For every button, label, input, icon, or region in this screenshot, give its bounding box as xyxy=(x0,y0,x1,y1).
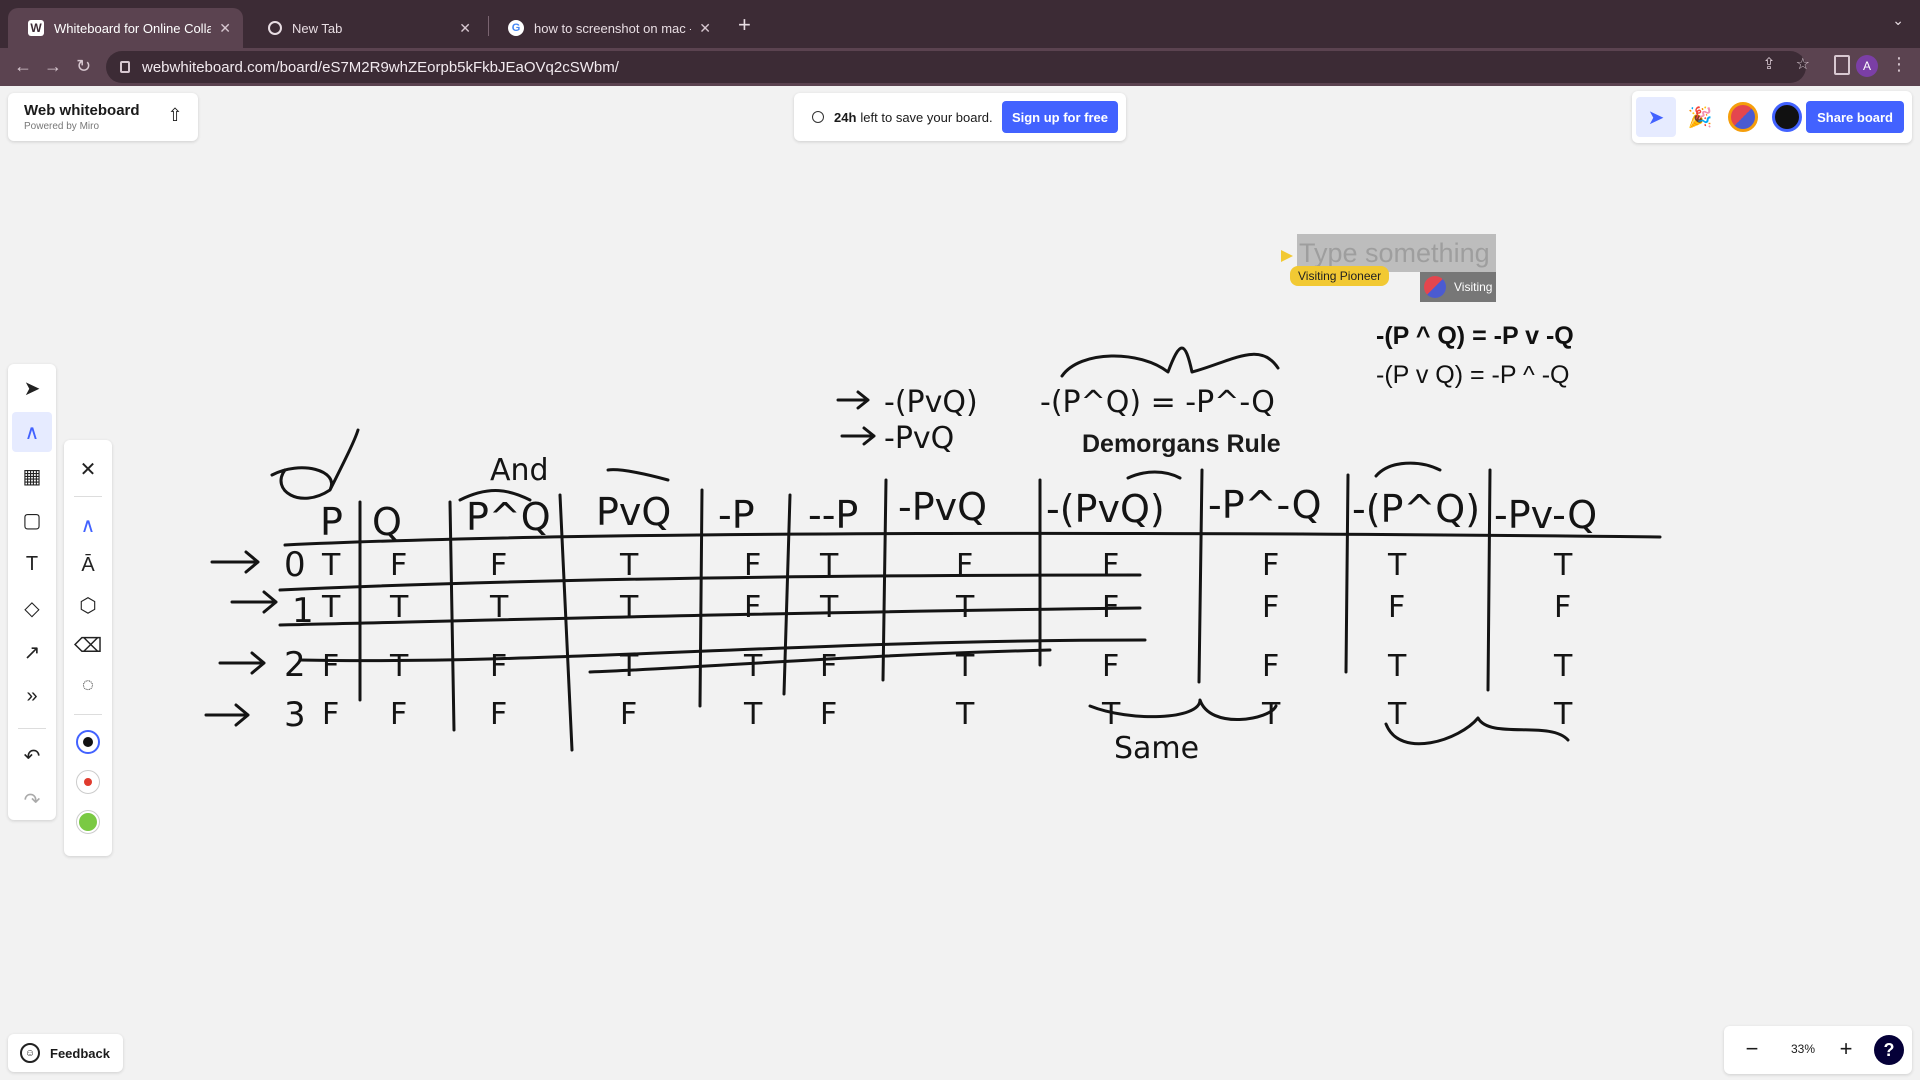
more-tools-chevron-icon[interactable]: » xyxy=(12,676,52,716)
share-board-button[interactable]: Share board xyxy=(1806,101,1904,133)
tab-title: New Tab xyxy=(292,20,343,36)
sign-up-button[interactable]: Sign up for free xyxy=(1001,101,1118,133)
toolbar-divider xyxy=(18,728,46,729)
visitor-label: Visiting xyxy=(1454,280,1493,294)
remote-cursor-label: Visiting Pioneer xyxy=(1290,266,1390,286)
demorgan-and-equation[interactable]: -(P ^ Q) = -P v -Q xyxy=(1376,322,1574,351)
clock-icon xyxy=(812,111,824,123)
lock-icon xyxy=(120,61,130,73)
toolbar-divider xyxy=(74,714,102,715)
profile-avatar[interactable]: A xyxy=(1856,55,1878,77)
color-swatch-red[interactable] xyxy=(76,770,100,794)
save-notice: 24h left to save your board. Sign up for… xyxy=(794,93,1126,141)
toolbar-divider xyxy=(74,496,102,497)
redo-icon[interactable]: ↷ xyxy=(12,780,52,820)
feedback-button[interactable]: ☺ Feedback xyxy=(8,1034,123,1072)
close-tab-icon[interactable]: ✕ xyxy=(699,20,711,37)
lasso-icon[interactable]: ◌ xyxy=(68,666,108,704)
back-arrow-icon[interactable]: ← xyxy=(14,56,32,77)
forward-arrow-icon[interactable]: → xyxy=(44,56,62,77)
brand-name: Web whiteboard xyxy=(24,102,140,119)
brand-subtitle: Powered by Miro xyxy=(24,121,100,132)
reload-icon[interactable]: ↻ xyxy=(76,56,91,77)
reactions-party-icon[interactable]: 🎉 xyxy=(1680,97,1720,137)
browser-tab-bar: W Whiteboard for Online Collabo ✕ New Ta… xyxy=(0,0,1920,48)
tab-new-tab[interactable]: New Tab ✕ xyxy=(248,8,483,48)
undo-icon[interactable]: ↶ xyxy=(12,736,52,776)
text-tool-icon[interactable]: T xyxy=(12,544,52,584)
address-bar[interactable]: webwhiteboard.com/board/eS7M2R9whZEorpb5… xyxy=(106,51,1806,83)
highlighter-icon[interactable]: Ā xyxy=(68,546,108,584)
tab-title: Whiteboard for Online Collabo xyxy=(54,20,212,36)
color-swatch-black[interactable] xyxy=(76,730,100,754)
color-swatch-green[interactable] xyxy=(76,810,100,834)
side-panel-icon[interactable] xyxy=(1834,55,1850,75)
smart-draw-icon[interactable]: ⬡ xyxy=(68,586,108,624)
new-tab-button[interactable]: + xyxy=(738,12,751,38)
close-tab-icon[interactable]: ✕ xyxy=(219,20,231,37)
collaborator-avatar[interactable] xyxy=(1728,102,1758,132)
close-tab-icon[interactable]: ✕ xyxy=(459,20,471,37)
zoom-level[interactable]: 33% xyxy=(1780,1042,1826,1056)
visitor-badge: Visiting xyxy=(1420,272,1496,302)
tab-search-chevron-icon[interactable]: ⌄ xyxy=(1892,12,1904,29)
shapes-icon[interactable]: ◇ xyxy=(12,588,52,628)
export-upload-icon[interactable]: ⇧ xyxy=(164,105,186,127)
feedback-label: Feedback xyxy=(50,1045,110,1061)
tab-title: how to screenshot on mac - G xyxy=(534,20,692,36)
share-page-icon[interactable]: ⇪ xyxy=(1762,54,1775,74)
help-button[interactable]: ? xyxy=(1874,1035,1904,1065)
pen-tool-icon[interactable]: ∧ xyxy=(12,412,52,452)
close-icon[interactable]: ✕ xyxy=(68,450,108,488)
demorgans-rule-title[interactable]: Demorgans Rule xyxy=(1082,430,1281,459)
chrome-icon xyxy=(268,21,282,35)
sticky-note-icon[interactable]: ▢ xyxy=(12,500,52,540)
user-avatar[interactable] xyxy=(1772,102,1802,132)
tab-whiteboard[interactable]: W Whiteboard for Online Collabo ✕ xyxy=(8,8,243,48)
zoom-out-button[interactable]: − xyxy=(1738,1036,1766,1062)
url-text: webwhiteboard.com/board/eS7M2R9whZEorpb5… xyxy=(142,58,619,76)
connector-line-icon[interactable]: ↗ xyxy=(12,632,52,672)
templates-icon[interactable]: ▦ xyxy=(12,456,52,496)
notice-hours: 24h xyxy=(834,109,857,125)
feedback-chat-icon: ☺ xyxy=(20,1043,40,1063)
visitor-avatar xyxy=(1424,276,1446,298)
whiteboard-favicon-icon: W xyxy=(28,20,44,36)
browser-menu-icon[interactable]: ⋮ xyxy=(1890,54,1908,75)
brand-panel: Web whiteboard Powered by Miro ⇧ xyxy=(8,93,198,141)
pen-options-toolbar: ✕ ∧ Ā ⬡ ⌫ ◌ xyxy=(64,440,112,856)
tab-google-search[interactable]: G how to screenshot on mac - G ✕ xyxy=(488,8,723,48)
browser-toolbar: ← → ↻ webwhiteboard.com/board/eS7M2R9whZ… xyxy=(0,48,1920,86)
whiteboard-canvas[interactable] xyxy=(0,86,1920,1080)
notice-text: left to save your board. xyxy=(860,109,993,125)
main-toolbar: ➤ ∧ ▦ ▢ T ◇ ↗ » ↶ ↷ xyxy=(8,364,56,820)
collaboration-toolbar: ➤ 🎉 Share board xyxy=(1632,91,1912,143)
demorgan-or-equation[interactable]: -(P v Q) = -P ^ -Q xyxy=(1376,361,1569,390)
bookmark-star-icon[interactable]: ☆ xyxy=(1796,54,1810,74)
zoom-controls: − 33% + ? xyxy=(1724,1026,1912,1074)
eraser-icon[interactable]: ⌫ xyxy=(68,626,108,664)
cursor-follow-icon[interactable]: ➤ xyxy=(1636,97,1676,137)
omnibox-actions: ⇪ ☆ xyxy=(1762,54,1810,74)
remote-cursor-icon xyxy=(1281,250,1293,262)
select-pointer-icon[interactable]: ➤ xyxy=(12,368,52,408)
google-icon: G xyxy=(508,20,524,36)
zoom-in-button[interactable]: + xyxy=(1832,1036,1860,1062)
pen-icon[interactable]: ∧ xyxy=(68,506,108,544)
